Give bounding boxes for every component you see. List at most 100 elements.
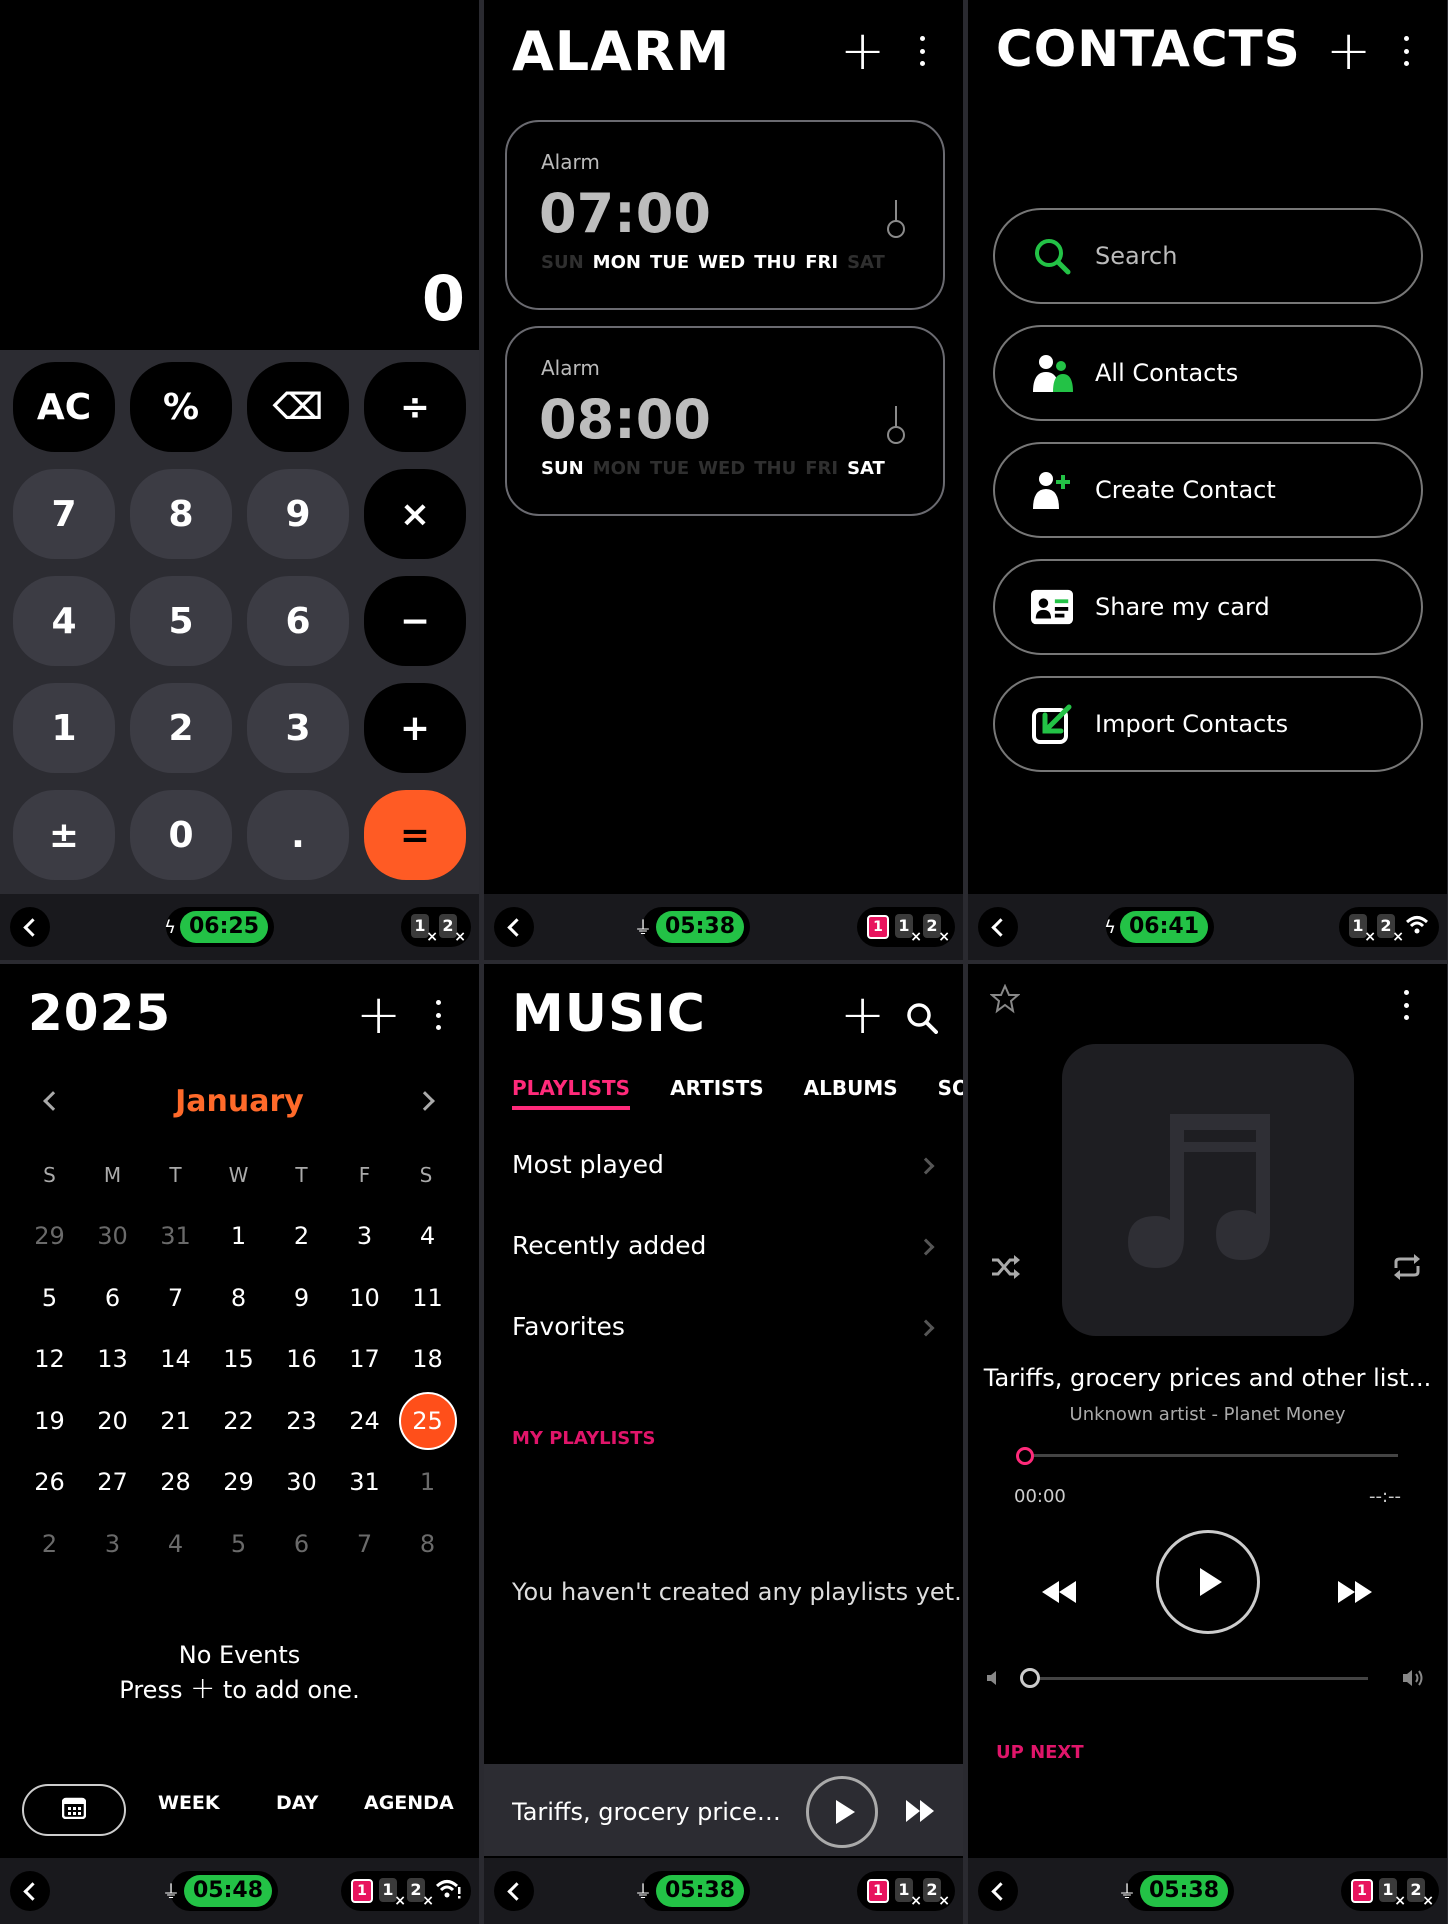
more-options-icon[interactable] bbox=[1402, 36, 1410, 66]
tab-day[interactable]: DAY bbox=[276, 1792, 318, 1814]
day-cell[interactable]: 5 bbox=[207, 1530, 270, 1558]
day-cell[interactable]: 1 bbox=[396, 1468, 459, 1496]
alarm-card[interactable]: Alarm 08:00 SUN MON TUE WED THU FRI SAT bbox=[505, 326, 945, 516]
day-cell[interactable]: 8 bbox=[396, 1530, 459, 1558]
mini-player[interactable]: Tariffs, grocery prices ... bbox=[484, 1764, 963, 1856]
day-cell[interactable]: 3 bbox=[81, 1530, 144, 1558]
tab-agenda[interactable]: AGENDA bbox=[364, 1792, 454, 1814]
playlist-recently-added[interactable]: Recently added bbox=[512, 1231, 942, 1260]
day-cell[interactable]: 24 bbox=[333, 1407, 396, 1435]
key-6[interactable]: 6 bbox=[247, 576, 349, 666]
skip-previous-button[interactable] bbox=[1042, 1581, 1076, 1603]
day-cell[interactable]: 21 bbox=[144, 1407, 207, 1435]
add-contact-button[interactable]: + bbox=[1326, 24, 1371, 78]
day-cell-today[interactable]: 25 bbox=[396, 1391, 459, 1450]
playlist-favorites[interactable]: Favorites bbox=[512, 1312, 942, 1341]
day-cell[interactable]: 30 bbox=[81, 1222, 144, 1250]
key-equals[interactable]: = bbox=[364, 790, 466, 880]
day-cell[interactable]: 3 bbox=[333, 1222, 396, 1250]
day-cell[interactable]: 23 bbox=[270, 1407, 333, 1435]
back-button[interactable] bbox=[978, 907, 1018, 947]
key-plus[interactable]: + bbox=[364, 683, 466, 773]
key-minus[interactable]: − bbox=[364, 576, 466, 666]
import-contacts-button[interactable]: Import Contacts bbox=[993, 676, 1423, 772]
day-cell[interactable]: 22 bbox=[207, 1407, 270, 1435]
key-9[interactable]: 9 bbox=[247, 469, 349, 559]
alarm-toggle[interactable] bbox=[885, 200, 907, 240]
seek-handle[interactable] bbox=[1016, 1447, 1034, 1465]
key-7[interactable]: 7 bbox=[13, 469, 115, 559]
back-button[interactable] bbox=[10, 1871, 50, 1911]
key-percent[interactable]: % bbox=[130, 362, 232, 452]
tab-artists[interactable]: ARTISTS bbox=[670, 1076, 764, 1110]
volume-bar[interactable] bbox=[1028, 1677, 1368, 1680]
day-cell[interactable]: 29 bbox=[18, 1222, 81, 1250]
key-8[interactable]: 8 bbox=[130, 469, 232, 559]
day-cell[interactable]: 26 bbox=[18, 1468, 81, 1496]
day-cell[interactable]: 31 bbox=[144, 1222, 207, 1250]
skip-next-button[interactable] bbox=[906, 1800, 934, 1822]
more-options-icon[interactable] bbox=[434, 1000, 442, 1030]
day-cell[interactable]: 8 bbox=[207, 1284, 270, 1312]
day-cell[interactable]: 18 bbox=[396, 1345, 459, 1373]
tab-month[interactable] bbox=[22, 1784, 126, 1836]
day-cell[interactable]: 14 bbox=[144, 1345, 207, 1373]
key-1[interactable]: 1 bbox=[13, 683, 115, 773]
alarm-toggle[interactable] bbox=[885, 406, 907, 446]
skip-next-button[interactable] bbox=[1338, 1581, 1372, 1603]
day-cell[interactable]: 29 bbox=[207, 1468, 270, 1496]
key-4[interactable]: 4 bbox=[13, 576, 115, 666]
search-icon[interactable] bbox=[906, 1002, 938, 1038]
day-cell[interactable]: 19 bbox=[18, 1407, 81, 1435]
shuffle-icon[interactable] bbox=[990, 1254, 1020, 1284]
back-button[interactable] bbox=[494, 907, 534, 947]
create-contact-button[interactable]: Create Contact bbox=[993, 442, 1423, 538]
day-cell[interactable]: 15 bbox=[207, 1345, 270, 1373]
key-3[interactable]: 3 bbox=[247, 683, 349, 773]
share-card-button[interactable]: Share my card bbox=[993, 559, 1423, 655]
day-cell[interactable]: 13 bbox=[81, 1345, 144, 1373]
key-divide[interactable]: ÷ bbox=[364, 362, 466, 452]
add-event-button[interactable]: + bbox=[356, 988, 401, 1042]
day-cell[interactable]: 2 bbox=[18, 1530, 81, 1558]
key-clear[interactable]: AC bbox=[13, 362, 115, 452]
day-cell[interactable]: 28 bbox=[144, 1468, 207, 1496]
add-button[interactable]: + bbox=[840, 988, 885, 1042]
day-cell[interactable]: 6 bbox=[270, 1530, 333, 1558]
tab-songs[interactable]: SONGS bbox=[938, 1076, 963, 1110]
key-2[interactable]: 2 bbox=[130, 683, 232, 773]
day-cell[interactable]: 17 bbox=[333, 1345, 396, 1373]
day-cell[interactable]: 4 bbox=[396, 1222, 459, 1250]
repeat-icon[interactable] bbox=[1392, 1254, 1422, 1284]
back-button[interactable] bbox=[494, 1871, 534, 1911]
day-cell[interactable]: 1 bbox=[207, 1222, 270, 1250]
seek-bar[interactable] bbox=[1024, 1454, 1398, 1457]
tab-albums[interactable]: ALBUMS bbox=[804, 1076, 898, 1110]
back-button[interactable] bbox=[10, 907, 50, 947]
day-cell[interactable]: 27 bbox=[81, 1468, 144, 1496]
back-button[interactable] bbox=[978, 1871, 1018, 1911]
volume-handle[interactable] bbox=[1020, 1668, 1040, 1688]
day-cell[interactable]: 11 bbox=[396, 1284, 459, 1312]
key-backspace[interactable]: ⌫ bbox=[247, 362, 349, 452]
day-cell[interactable]: 16 bbox=[270, 1345, 333, 1373]
day-cell[interactable]: 9 bbox=[270, 1284, 333, 1312]
key-multiply[interactable]: × bbox=[364, 469, 466, 559]
key-decimal[interactable]: . bbox=[247, 790, 349, 880]
add-alarm-button[interactable]: + bbox=[840, 24, 885, 78]
more-options-icon[interactable] bbox=[1402, 990, 1410, 1020]
day-cell[interactable]: 6 bbox=[81, 1284, 144, 1312]
day-cell[interactable]: 10 bbox=[333, 1284, 396, 1312]
day-cell[interactable]: 20 bbox=[81, 1407, 144, 1435]
star-icon[interactable] bbox=[989, 983, 1021, 1018]
playlist-most-played[interactable]: Most played bbox=[512, 1150, 942, 1179]
day-cell[interactable]: 12 bbox=[18, 1345, 81, 1373]
play-button[interactable] bbox=[806, 1776, 878, 1848]
key-plus-minus[interactable]: ± bbox=[13, 790, 115, 880]
all-contacts-button[interactable]: All Contacts bbox=[993, 325, 1423, 421]
day-cell[interactable]: 2 bbox=[270, 1222, 333, 1250]
more-options-icon[interactable] bbox=[918, 36, 926, 66]
tab-playlists[interactable]: PLAYLISTS bbox=[512, 1076, 631, 1110]
day-cell[interactable]: 30 bbox=[270, 1468, 333, 1496]
tab-week[interactable]: WEEK bbox=[158, 1792, 220, 1814]
